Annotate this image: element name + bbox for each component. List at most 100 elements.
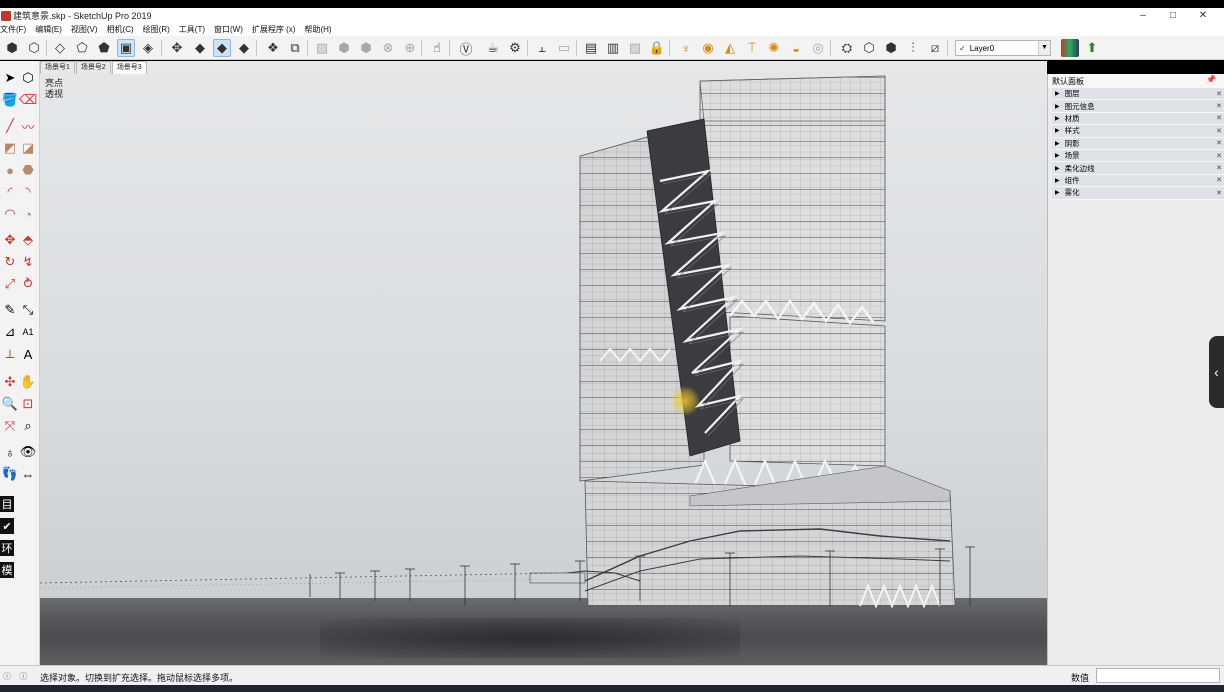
fur-icon[interactable]: ⫶ bbox=[904, 39, 922, 57]
menu-extensions[interactable]: 扩展程序 (x) bbox=[252, 24, 296, 35]
menu-camera[interactable]: 相机(C) bbox=[107, 24, 134, 35]
close-button[interactable]: ✕ bbox=[1188, 8, 1218, 23]
solid-trim-icon[interactable]: ⊗ bbox=[379, 39, 397, 57]
scale-icon[interactable]: ⤢ bbox=[1, 275, 19, 293]
minimize-button[interactable]: – bbox=[1128, 8, 1158, 23]
tray-panel-components[interactable]: ▶ 组件 ✕ bbox=[1052, 174, 1224, 188]
shaded-style-icon[interactable]: ▣ bbox=[117, 39, 135, 57]
move-icon[interactable]: ✥ bbox=[1, 231, 19, 249]
teapot-icon[interactable]: ☕ bbox=[484, 39, 502, 57]
wireframe-style-icon[interactable]: ⬠ bbox=[73, 39, 91, 57]
rectangle-icon[interactable]: ◩ bbox=[1, 139, 19, 157]
orbit-tool-icon[interactable]: ✣ bbox=[1, 373, 19, 391]
front-view-icon[interactable]: ◆ bbox=[191, 39, 209, 57]
tray-panel-styles[interactable]: ▶ 样式 ✕ bbox=[1052, 125, 1224, 138]
section-plane-icon[interactable]: ▨ bbox=[313, 39, 331, 57]
solid-split-icon[interactable]: ⊕ bbox=[401, 39, 419, 57]
textured-style-icon[interactable]: ◈ bbox=[139, 39, 157, 57]
plugin-table-icon[interactable]: 目 bbox=[0, 496, 14, 512]
pie-icon[interactable]: ◔ bbox=[19, 205, 37, 223]
plugin-model-icon[interactable]: 模 bbox=[0, 562, 14, 578]
three-point-arc-icon[interactable]: ◠ bbox=[1, 205, 19, 223]
infinite-plane-icon[interactable]: ⬡ bbox=[860, 39, 878, 57]
plugin-check-icon[interactable]: ✔ bbox=[0, 518, 14, 534]
close-panel-icon[interactable]: ✕ bbox=[1216, 139, 1222, 147]
right-view-icon[interactable]: ◆ bbox=[213, 39, 231, 57]
validate-icon[interactable]: Ⓥ bbox=[457, 39, 475, 57]
freehand-icon[interactable]: 〰 bbox=[19, 117, 37, 135]
dimension-icon[interactable]: ⤡ bbox=[19, 301, 37, 319]
layer-color-icon[interactable] bbox=[1061, 39, 1079, 57]
text-tool-icon[interactable]: A1 bbox=[19, 323, 37, 341]
light-dome-icon[interactable]: ◒ bbox=[787, 39, 805, 57]
make-component-icon[interactable]: ⬡ bbox=[19, 69, 37, 87]
select-arrow-icon[interactable]: ➤ bbox=[1, 69, 19, 87]
solid-subtract-icon[interactable]: ⬢ bbox=[357, 39, 375, 57]
close-panel-icon[interactable]: ✕ bbox=[1216, 189, 1222, 197]
align-icon[interactable]: ⫠ bbox=[533, 39, 551, 57]
window-tool-icon[interactable]: ▤ bbox=[582, 39, 600, 57]
position-camera-icon[interactable]: ♁ bbox=[1, 443, 19, 461]
frame-icon[interactable]: ▭ bbox=[555, 39, 573, 57]
menu-draw[interactable]: 绘图(R) bbox=[143, 24, 170, 35]
menu-tools[interactable]: 工具(T) bbox=[179, 24, 205, 35]
plugin-env-icon[interactable]: 环 bbox=[0, 540, 14, 556]
tray-panel-scenes[interactable]: ▶ 场景 ✕ bbox=[1052, 149, 1224, 163]
measurements-input[interactable] bbox=[1096, 668, 1220, 683]
close-panel-icon[interactable]: ✕ bbox=[1216, 114, 1222, 122]
solid-union-icon[interactable]: ⬢ bbox=[335, 39, 353, 57]
lock-icon[interactable]: 🔒 bbox=[648, 39, 666, 57]
light-sun-icon[interactable]: ✺ bbox=[765, 39, 783, 57]
pin-icon[interactable]: 📌 bbox=[1206, 75, 1216, 84]
top-view-icon[interactable]: ⬡ bbox=[25, 39, 43, 57]
menu-help[interactable]: 帮助(H) bbox=[304, 24, 331, 35]
close-panel-icon[interactable]: ✕ bbox=[1216, 164, 1222, 172]
layer-dropdown[interactable]: ✓ Layer0 ▼ bbox=[955, 40, 1051, 56]
component-options-icon[interactable]: ❖ bbox=[264, 39, 282, 57]
close-panel-icon[interactable]: ✕ bbox=[1216, 102, 1222, 110]
eraser-icon[interactable]: ⌫ bbox=[19, 91, 37, 109]
tray-panel-layers[interactable]: ▶ 图层 ✕ bbox=[1052, 88, 1224, 101]
hand-select-icon[interactable]: ☝ bbox=[428, 39, 446, 57]
iso-view-icon[interactable]: ⬢ bbox=[3, 39, 21, 57]
mesh-export-icon[interactable]: ⬢ bbox=[882, 39, 900, 57]
maximize-button[interactable]: □ bbox=[1158, 8, 1188, 23]
back-view-icon[interactable]: ◆ bbox=[235, 39, 253, 57]
axes-icon[interactable]: ⟂ bbox=[1, 345, 19, 363]
light-omni-icon[interactable]: ◭ bbox=[721, 39, 739, 57]
collapse-side-panel-button[interactable]: ‹ bbox=[1209, 336, 1224, 408]
close-panel-icon[interactable]: ✕ bbox=[1216, 90, 1222, 98]
clipper-icon[interactable]: ⧄ bbox=[926, 39, 944, 57]
section-plane-tool-icon[interactable]: ⇔ bbox=[19, 465, 37, 483]
orbit-icon[interactable]: ✥ bbox=[168, 39, 186, 57]
polygon-icon[interactable]: ⬣ bbox=[19, 161, 37, 179]
arc-icon[interactable]: ◜ bbox=[1, 183, 19, 201]
tray-panel-entity-info[interactable]: ▶ 图元信息 ✕ bbox=[1052, 100, 1224, 113]
menu-edit[interactable]: 编辑(E) bbox=[35, 24, 62, 35]
follow-me-icon[interactable]: ↯ bbox=[19, 253, 37, 271]
walk-icon[interactable]: 👣 bbox=[1, 465, 19, 483]
tray-panel-soften-edges[interactable]: ▶ 柔化边线 ✕ bbox=[1052, 162, 1224, 175]
paint-bucket-icon[interactable]: 🪣 bbox=[1, 91, 19, 109]
zoom-window-icon[interactable]: ⊡ bbox=[19, 395, 37, 413]
pan-icon[interactable]: ✋ bbox=[19, 373, 37, 391]
light-mesh-icon[interactable]: ◎ bbox=[809, 39, 827, 57]
image-icon[interactable]: ▧ bbox=[626, 39, 644, 57]
3d-text-icon[interactable]: A bbox=[19, 345, 37, 363]
tray-panel-fog[interactable]: ▶ 雾化 ✕ bbox=[1052, 187, 1224, 200]
component-attributes-icon[interactable]: ⧉ bbox=[286, 39, 304, 57]
close-panel-icon[interactable]: ✕ bbox=[1216, 176, 1222, 184]
rotate-icon[interactable]: ↻ bbox=[1, 253, 19, 271]
close-panel-icon[interactable]: ✕ bbox=[1216, 152, 1222, 160]
protractor-icon[interactable]: ⊿ bbox=[1, 323, 19, 341]
offset-icon[interactable]: ⥁ bbox=[19, 275, 37, 293]
rotated-rectangle-icon[interactable]: ◪ bbox=[19, 139, 37, 157]
circle-icon[interactable]: ● bbox=[1, 161, 19, 179]
zoom-extents-icon[interactable]: ⤧ bbox=[1, 417, 19, 435]
two-point-arc-icon[interactable]: ◝ bbox=[19, 183, 37, 201]
light-spot-icon[interactable]: ♆ bbox=[677, 39, 695, 57]
zoom-icon[interactable]: 🔍 bbox=[1, 395, 19, 413]
tape-measure-icon[interactable]: ✎ bbox=[1, 301, 19, 319]
model-viewport[interactable]: 场景号1 场景号2 场景号3 亮点 透视 bbox=[40, 61, 1047, 665]
vray-proxy-icon[interactable]: ⛭ bbox=[838, 39, 856, 57]
